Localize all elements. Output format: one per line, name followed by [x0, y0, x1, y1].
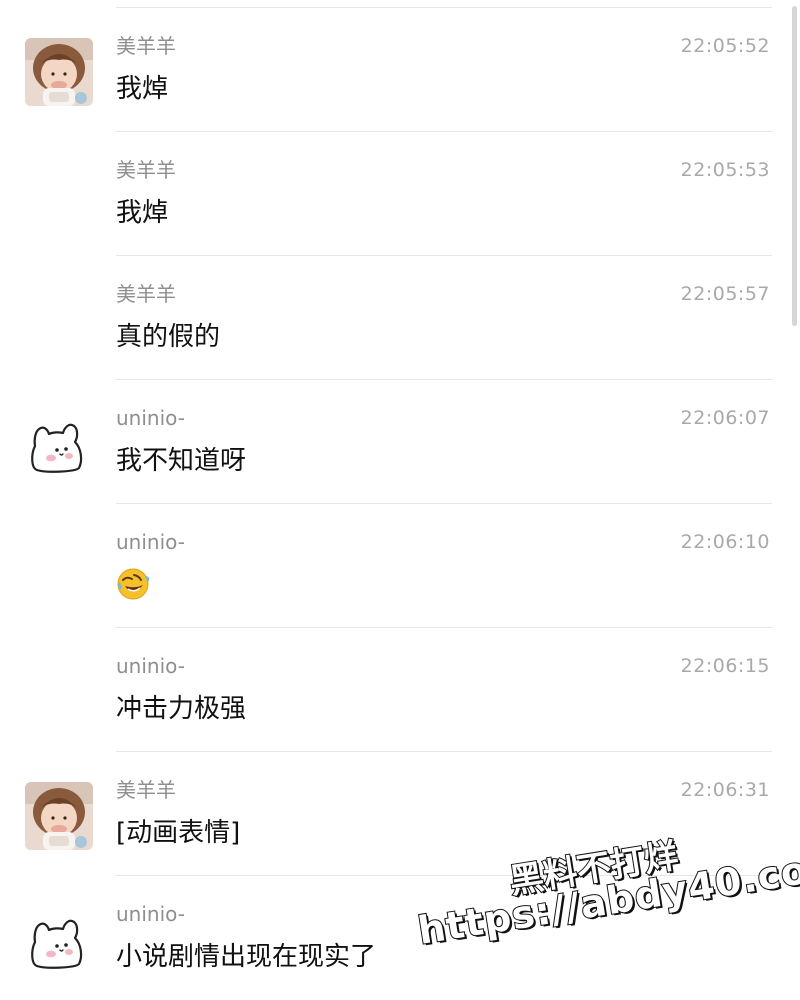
message-time: 22:05:53 — [680, 159, 770, 181]
sender-name: uninio- — [116, 654, 185, 678]
sender-name: 美羊羊 — [116, 34, 176, 58]
message-time: 22:06:07 — [680, 407, 770, 429]
message-text: 我焯 — [116, 74, 169, 104]
message-time: 22:06:31 — [680, 779, 770, 801]
chat-message[interactable]: 美羊羊 22:06:31 [动画表情] — [0, 752, 800, 876]
sender-name: 美羊羊 — [116, 282, 176, 306]
avatar[interactable] — [25, 906, 93, 974]
sender-name: 美羊羊 — [116, 158, 176, 182]
chat-message[interactable]: 美羊羊 22:05:53 我焯 — [0, 132, 800, 256]
message-time: 22:06:10 — [680, 531, 770, 553]
sender-name: uninio- — [116, 406, 185, 430]
chat-message[interactable]: uninio- 22:06:07 我不知道呀 — [0, 380, 800, 504]
sender-name: uninio- — [116, 902, 185, 926]
chat-message[interactable]: uninio- 22:06:10 — [0, 504, 800, 628]
sender-name: uninio- — [116, 530, 185, 554]
message-time: 22:06:15 — [680, 655, 770, 677]
chat-message[interactable]: 美羊羊 22:05:52 我焯 — [0, 8, 800, 132]
avatar[interactable] — [25, 38, 93, 106]
chat-message[interactable]: 美羊羊 22:05:57 真的假的 — [0, 256, 800, 380]
message-text: 真的假的 — [116, 322, 221, 352]
message-text: [动画表情] — [116, 818, 241, 848]
message-time: 22:05:52 — [680, 35, 770, 57]
sender-name: 美羊羊 — [116, 778, 176, 802]
message-text: 我不知道呀 — [116, 446, 247, 476]
rolling-laughing-emoji-icon — [116, 567, 150, 601]
chat-message[interactable]: uninio- 小说剧情出现在现实了 — [0, 876, 800, 1000]
chat-message[interactable]: uninio- 22:06:15 冲击力极强 — [0, 628, 800, 752]
bunny-avatar-icon — [25, 906, 93, 974]
scrollbar[interactable] — [792, 6, 797, 326]
message-time: 22:05:57 — [680, 283, 770, 305]
bunny-avatar-icon — [25, 410, 93, 478]
avatar[interactable] — [25, 782, 93, 850]
message-text: 小说剧情出现在现实了 — [116, 942, 377, 972]
girl-photo-avatar-icon — [25, 782, 93, 850]
message-text: 我焯 — [116, 198, 169, 228]
girl-photo-avatar-icon — [25, 38, 93, 106]
avatar[interactable] — [25, 410, 93, 478]
message-text: 冲击力极强 — [116, 694, 247, 724]
